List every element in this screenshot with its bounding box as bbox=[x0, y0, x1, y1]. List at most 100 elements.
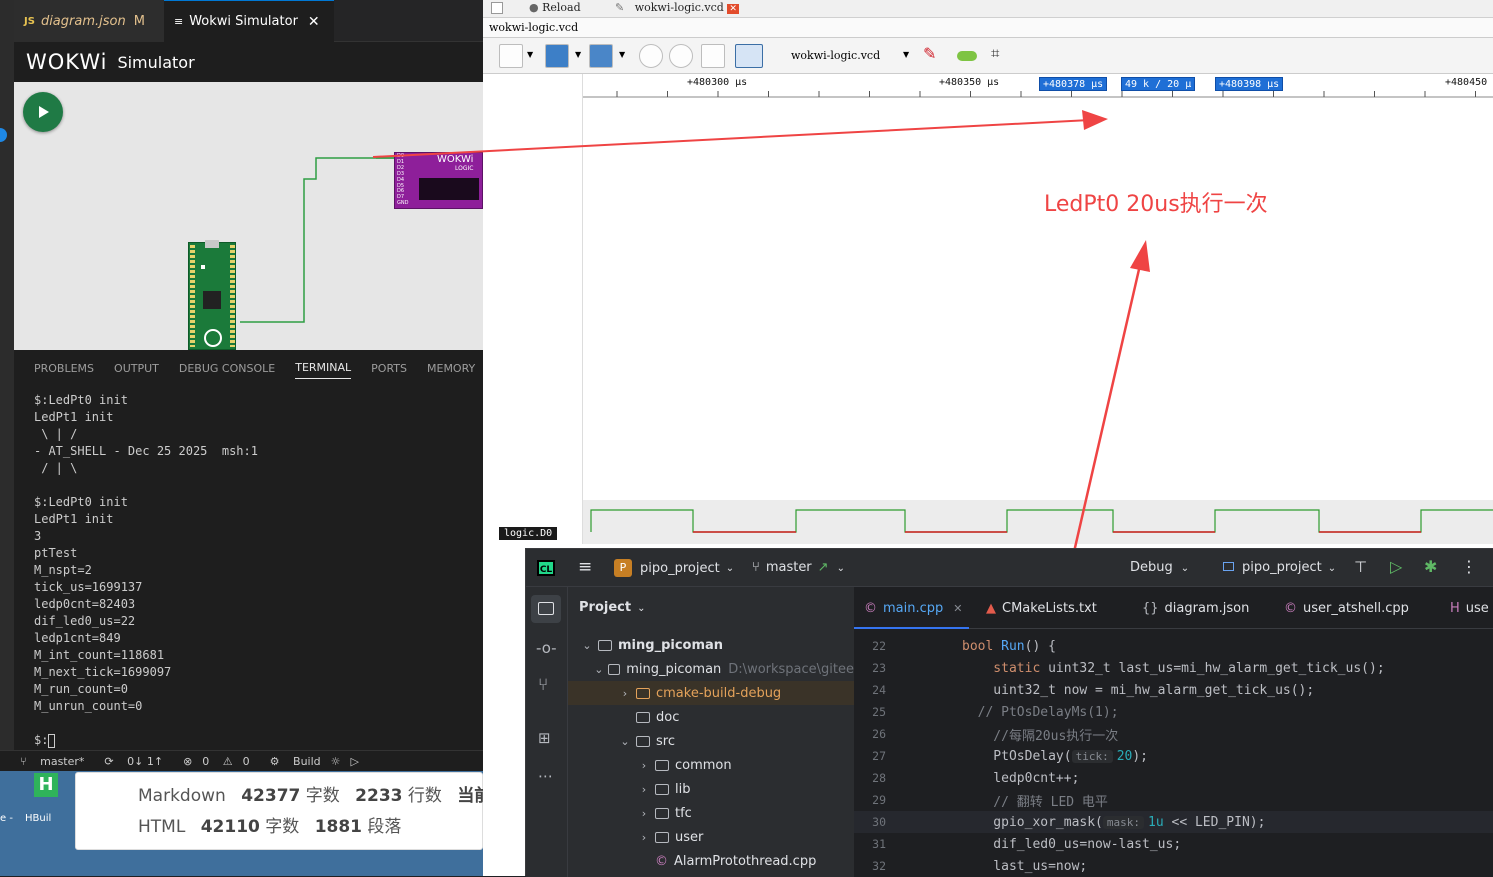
tree-item[interactable]: ⌄ ming_picoman D:\workspace\gitee bbox=[568, 657, 854, 681]
chevron-down-icon[interactable]: ▼ bbox=[903, 50, 909, 59]
cursor-left-label[interactable]: +480378 μs bbox=[1039, 77, 1108, 91]
branch-selector[interactable]: ⑂ master ↗ ⌄ bbox=[752, 560, 845, 575]
code-line[interactable]: 27 PtOsDelay(tick: 20); bbox=[854, 745, 1493, 767]
tab-cmakelists[interactable]: ▲ CMakeLists.txt bbox=[986, 587, 1097, 629]
chevron-icon[interactable]: ⌄ bbox=[580, 639, 594, 652]
terminal-line: ptTest bbox=[34, 546, 78, 560]
logic-analyzer-chip[interactable]: WOKWi LOGIC D0 D1 D2 D3 D4 D5 D6 D7 GND bbox=[394, 152, 483, 209]
build-config-selector[interactable]: Debug ⌄ bbox=[1130, 560, 1189, 575]
zoom-out-button[interactable] bbox=[669, 44, 693, 68]
code-line[interactable]: 25 // PtOsDelayMs(1); bbox=[854, 701, 1493, 723]
tab-problems[interactable]: PROBLEMS bbox=[34, 354, 94, 379]
close-icon[interactable]: ✕ bbox=[308, 14, 320, 30]
hammer-icon[interactable]: ⊤ bbox=[1354, 558, 1367, 576]
tree-item[interactable]: doc bbox=[568, 705, 854, 729]
file-selector[interactable]: wokwi-logic.vcd bbox=[791, 49, 880, 62]
signal-icon[interactable] bbox=[957, 51, 977, 61]
chevron-icon[interactable]: › bbox=[637, 807, 651, 820]
tree-item[interactable]: ⌄ src bbox=[568, 729, 854, 753]
project-panel-title[interactable]: Project ⌄ bbox=[579, 600, 645, 615]
tab-diagram-json[interactable]: JS diagram.json M bbox=[14, 0, 164, 42]
tree-item[interactable]: › lib bbox=[568, 777, 854, 801]
save-file-button[interactable] bbox=[589, 44, 613, 68]
ruler-label: +480450 bbox=[1445, 77, 1488, 88]
hbuilder-icon[interactable]: H bbox=[34, 773, 58, 797]
cursor-right-label[interactable]: +480398 μs bbox=[1215, 77, 1284, 91]
code-line[interactable]: 24 uint32_t now = mi_hw_alarm_get_tick_u… bbox=[854, 679, 1493, 701]
tab-diagram-json[interactable]: {} diagram.json bbox=[1142, 587, 1249, 629]
structure-icon[interactable]: ⊞ bbox=[538, 729, 551, 747]
chevron-icon[interactable]: ⌄ bbox=[593, 663, 604, 676]
tab-ports[interactable]: PORTS bbox=[371, 354, 407, 379]
pico-board[interactable] bbox=[188, 240, 236, 350]
chart-icon[interactable]: ⌗ bbox=[991, 44, 999, 62]
folder-icon bbox=[598, 639, 612, 651]
terminal-output[interactable]: $:LedPt0 init LedPt1 init \ | / - AT_SHELL… bbox=[34, 392, 474, 749]
tab-main-cpp[interactable]: © main.cpp ✕ bbox=[864, 587, 962, 629]
main-menu-icon[interactable]: ≡ bbox=[578, 557, 592, 577]
tree-item[interactable]: © AlarmProtothread.cpp bbox=[568, 849, 854, 873]
tab-wokwi-simulator[interactable]: ≡ Wokwi Simulator ✕ bbox=[164, 0, 334, 42]
tree-item[interactable]: › cmake-build-debug bbox=[568, 681, 854, 705]
code-line[interactable]: 29 // 翻转 LED 电平 bbox=[854, 789, 1493, 811]
cursor-mode-button[interactable] bbox=[735, 44, 763, 68]
code-line[interactable]: 23 static uint32_t last_us=mi_hw_alarm_g… bbox=[854, 657, 1493, 679]
close-icon[interactable]: ✕ bbox=[727, 4, 739, 14]
run-icon[interactable]: ▷ bbox=[1390, 557, 1402, 576]
project-selector[interactable]: P pipo_project ⌄ bbox=[614, 559, 734, 577]
code-line[interactable]: 28 ledp0cnt++; bbox=[854, 767, 1493, 789]
chevron-down-icon[interactable]: ▼ bbox=[575, 50, 581, 59]
sync-status[interactable]: ⟳ 0↓ 1↑ bbox=[94, 755, 163, 768]
cursor-delta-label[interactable]: 49 k / 20 μ bbox=[1121, 77, 1196, 91]
commit-icon[interactable]: -o- bbox=[536, 639, 557, 657]
chevron-icon[interactable]: › bbox=[637, 831, 651, 844]
tab-terminal[interactable]: TERMINAL bbox=[295, 353, 352, 379]
terminal-line: - AT_SHELL - Dec 25 2025 msh:1 bbox=[34, 444, 258, 458]
chevron-down-icon[interactable]: ▼ bbox=[619, 50, 625, 59]
code-line[interactable]: 32 last_us=now; bbox=[854, 855, 1493, 877]
code-line[interactable]: 30 gpio_xor_mask(mask: 1u << LED_PIN); bbox=[854, 811, 1493, 833]
chevron-icon[interactable]: ⌄ bbox=[618, 735, 632, 748]
run-target-selector[interactable]: pipo_project ⌄ bbox=[1223, 560, 1336, 575]
close-icon[interactable]: ✕ bbox=[953, 602, 962, 615]
code-line[interactable]: 31 dif_led0_us=now-last_us; bbox=[854, 833, 1493, 855]
code-area[interactable]: 22 bool Run() {23 static uint32_t last_us… bbox=[854, 635, 1493, 877]
tab-overflow[interactable]: Huse bbox=[1450, 587, 1489, 629]
terminal-line: M_next_tick=1699097 bbox=[34, 665, 172, 679]
debug-bug-icon[interactable]: ✱ bbox=[1424, 557, 1437, 576]
wave-area[interactable] bbox=[583, 98, 1493, 544]
git-icon[interactable]: ⑂ bbox=[538, 675, 548, 695]
more-icon[interactable]: ⋯ bbox=[538, 767, 553, 785]
tab-memory[interactable]: MEMORY bbox=[427, 354, 475, 379]
marker-pen-icon[interactable]: ✎ bbox=[923, 44, 936, 63]
chevron-icon[interactable]: › bbox=[637, 783, 651, 796]
tab-debug-console[interactable]: DEBUG CONSOLE bbox=[179, 354, 275, 379]
signal-label-d0[interactable]: logic.D0 bbox=[499, 527, 558, 540]
tree-item[interactable]: › common bbox=[568, 753, 854, 777]
more-options-icon[interactable]: ⋮ bbox=[1461, 557, 1477, 576]
open-file-button[interactable] bbox=[545, 44, 569, 68]
file-tab[interactable]: ✎ wokwi-logic.vcd ✕ bbox=[615, 1, 739, 14]
zoom-fit-button[interactable] bbox=[701, 44, 725, 68]
chevron-icon[interactable]: › bbox=[618, 687, 632, 700]
tree-item[interactable]: › user bbox=[568, 825, 854, 849]
code-line[interactable]: 22 bool Run() { bbox=[854, 635, 1493, 657]
reload-tab[interactable]: ● Reload bbox=[529, 1, 581, 14]
build-status[interactable]: ⚙ Build bbox=[260, 755, 321, 768]
simulator-canvas[interactable]: WOKWi LOGIC D0 D1 D2 D3 D4 D5 D6 D7 GND bbox=[14, 82, 483, 350]
problems-status[interactable]: ⊗ 0 ⚠ 0 bbox=[173, 755, 250, 768]
waveform-d0[interactable] bbox=[583, 500, 1493, 544]
checkbox[interactable] bbox=[491, 2, 503, 14]
debug-icon[interactable]: ☼ bbox=[331, 755, 341, 768]
tab-user-atshell[interactable]: © user_atshell.cpp bbox=[1284, 587, 1409, 629]
code-line[interactable]: 26 //每隔20us执行一次 bbox=[854, 723, 1493, 745]
branch-status[interactable]: ⑂ master* bbox=[10, 755, 84, 768]
chevron-icon[interactable]: › bbox=[637, 759, 651, 772]
new-file-button[interactable] bbox=[499, 44, 523, 68]
tree-item[interactable]: › tfc bbox=[568, 801, 854, 825]
tree-item[interactable]: ⌄ ming_picoman bbox=[568, 633, 854, 657]
tab-output[interactable]: OUTPUT bbox=[114, 354, 159, 379]
zoom-in-button[interactable] bbox=[639, 44, 663, 68]
run-icon[interactable]: ▷ bbox=[351, 755, 359, 768]
chevron-down-icon[interactable]: ▼ bbox=[527, 50, 533, 59]
